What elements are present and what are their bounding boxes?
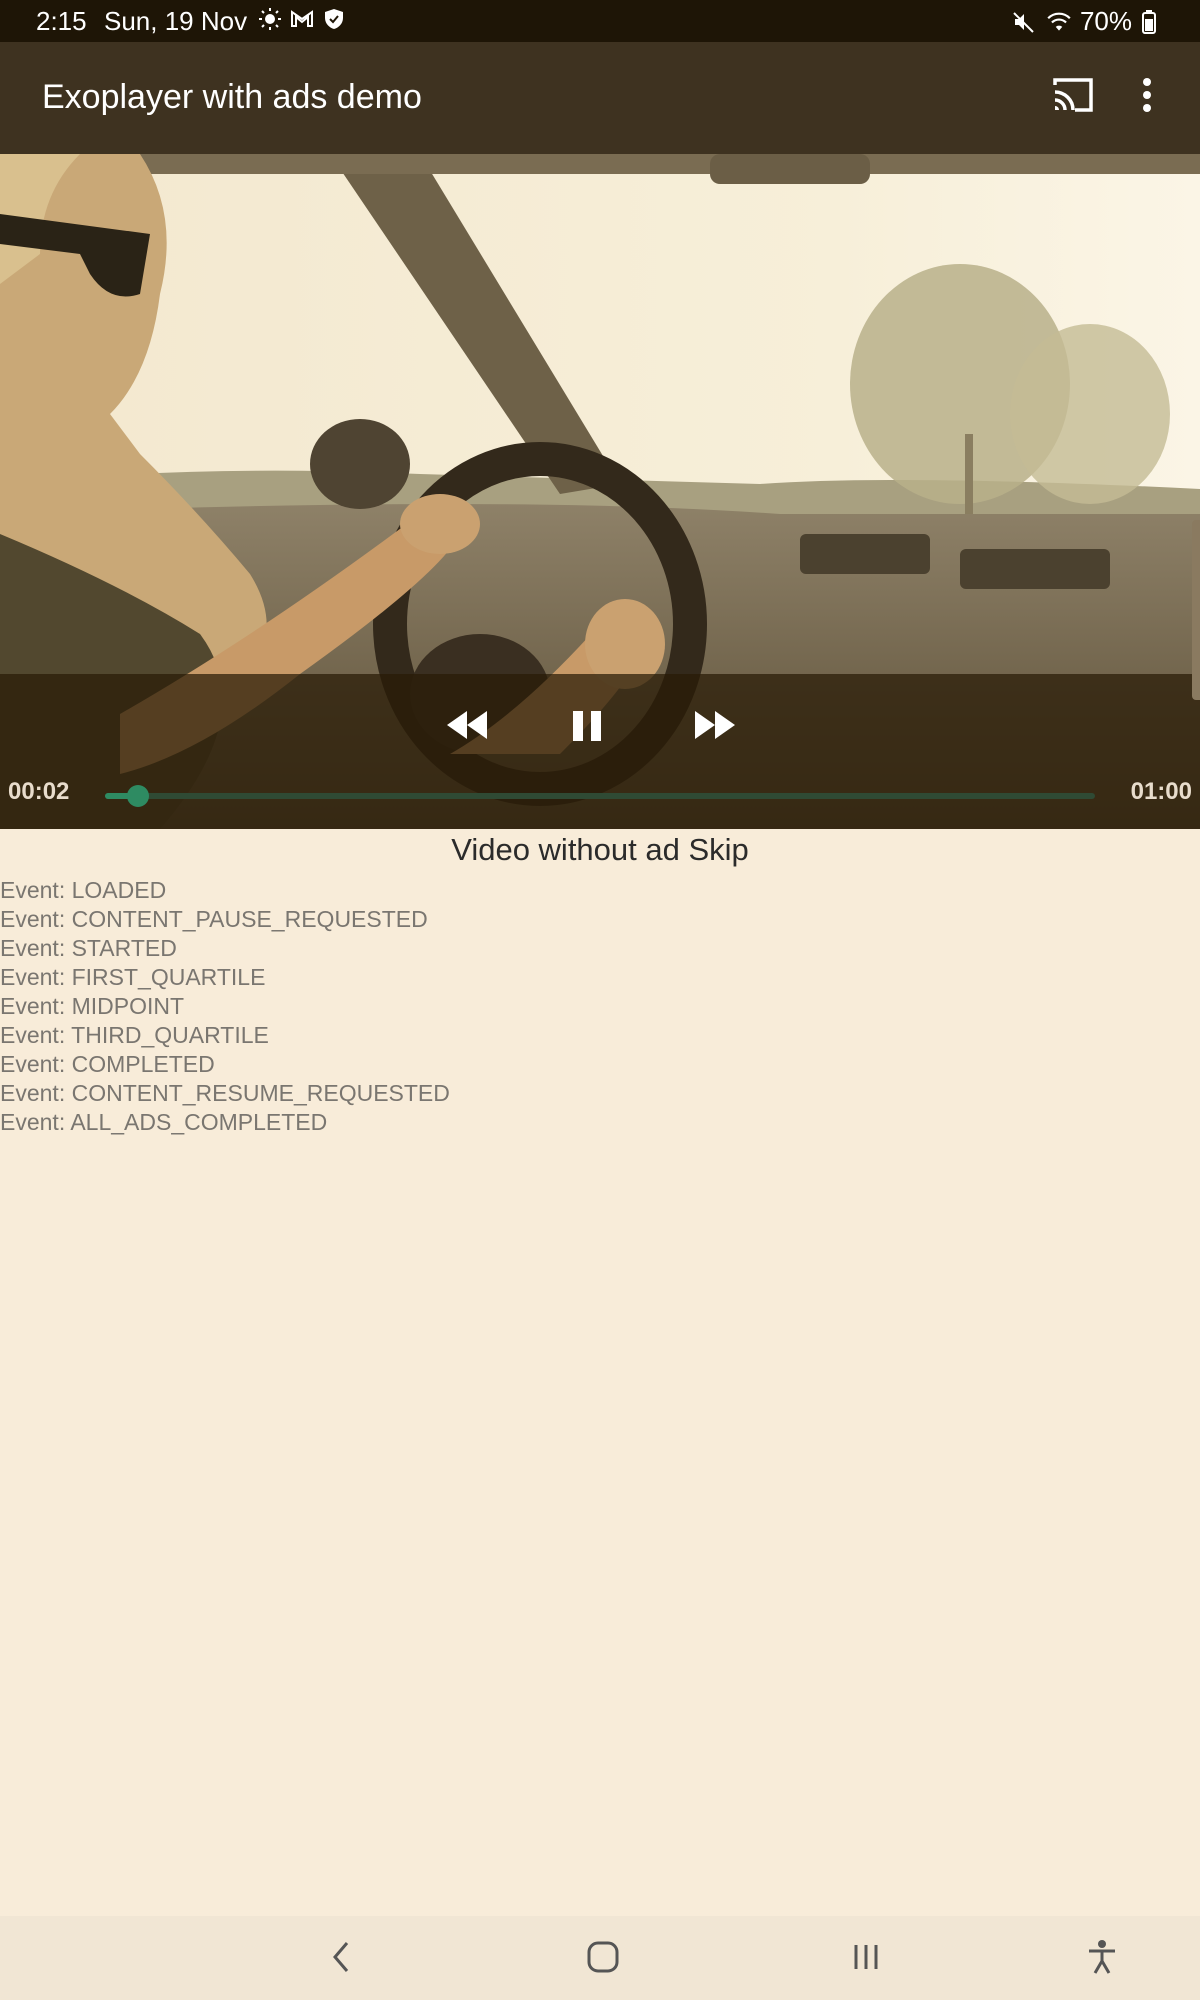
seek-thumb[interactable] [127,785,149,807]
wifi-icon [1046,9,1071,35]
accessibility-icon [1086,1939,1118,1980]
app-bar: Exoplayer with ads demo [0,42,1200,154]
event-log: Event: LOADED Event: CONTENT_PAUSE_REQUES… [0,876,450,1137]
duration: 01:00 [1130,778,1192,805]
status-time: 2:15 [36,6,87,36]
event-log-item: Event: COMPLETED [0,1051,215,1077]
back-icon [329,1939,353,1980]
event-log-item: Event: ALL_ADS_COMPLETED [0,1109,328,1135]
battery-level: 70% [1079,6,1132,36]
cast-icon [1051,75,1095,120]
status-bar: 2:15 Sun, 19 Nov 70% [0,0,1200,42]
fast-forward-button[interactable] [693,709,753,769]
recents-icon [851,1942,881,1977]
brightness-icon [258,6,282,32]
back-button[interactable] [316,1934,366,1984]
event-log-item: Event: CONTENT_PAUSE_REQUESTED [0,906,428,932]
event-log-item: Event: THIRD_QUARTILE [0,1022,269,1048]
battery-icon [1142,9,1166,35]
navigation-bar [0,1916,1200,2000]
home-icon [586,1940,620,1979]
current-time: 00:02 [8,778,70,805]
side-panel-handle[interactable] [1192,520,1200,700]
event-log-item: Event: MIDPOINT [0,993,185,1019]
gmail-icon [290,6,314,32]
status-date: Sun, 19 Nov [104,6,248,36]
recents-button[interactable] [841,1934,891,1984]
video-caption: Video without ad Skip [451,832,749,867]
pause-button[interactable] [570,709,630,769]
cast-button[interactable] [1048,72,1098,122]
accessibility-button[interactable] [1077,1934,1127,1984]
event-log-item: Event: STARTED [0,935,177,961]
mute-icon [1012,9,1036,35]
overflow-menu-button[interactable] [1122,72,1172,122]
app-title: Exoplayer with ads demo [42,78,422,116]
video-player[interactable]: 00:02 01:00 [0,154,1200,829]
home-button[interactable] [578,1934,628,1984]
more-vert-icon [1141,77,1153,118]
player-controls: 00:02 01:00 [0,674,1200,829]
shield-icon [322,6,346,32]
rewind-button[interactable] [445,709,505,769]
seek-bar[interactable] [105,793,1095,799]
event-log-item: Event: CONTENT_RESUME_REQUESTED [0,1080,450,1106]
event-log-item: Event: LOADED [0,877,167,903]
event-log-item: Event: FIRST_QUARTILE [0,964,266,990]
